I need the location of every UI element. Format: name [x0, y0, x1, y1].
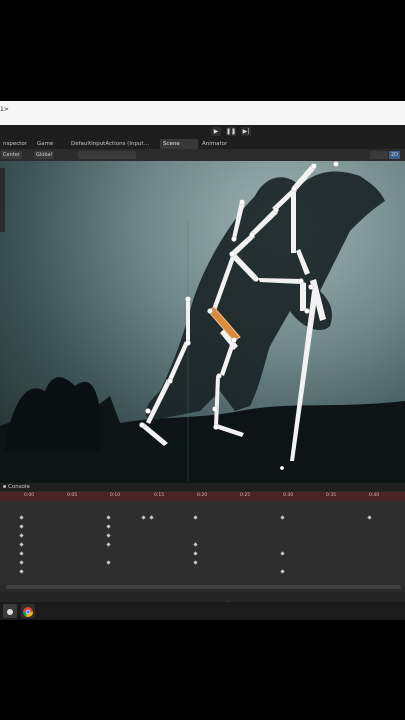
taskbar-strip: … — [0, 592, 405, 603]
ruler-tick: 0:00 — [24, 493, 35, 498]
bone — [291, 191, 296, 253]
chrome-app-icon[interactable] — [21, 604, 35, 618]
keyframe[interactable] — [193, 542, 198, 547]
ruler-tick: 0:25 — [240, 493, 251, 498]
keyframe[interactable] — [193, 515, 198, 520]
pivot-dropdown[interactable]: Center — [1, 151, 22, 159]
ruler-tick: 0:10 — [110, 493, 121, 498]
tab-scene[interactable]: Scene — [160, 139, 198, 149]
console-title[interactable]: Console — [8, 483, 30, 491]
tab-inspector[interactable]: nspector — [0, 139, 30, 149]
joint — [333, 161, 339, 167]
console-icon — [3, 485, 6, 488]
ruler-tick: 0:15 — [154, 493, 165, 498]
keyframe-area[interactable] — [0, 501, 405, 585]
bush-silhouette — [5, 377, 100, 451]
pause-button[interactable]: ❚❚ — [226, 127, 236, 136]
keyframe[interactable] — [106, 560, 111, 565]
scene-tool-palette[interactable] — [0, 168, 5, 232]
creature-shadow — [145, 171, 385, 421]
keyframe[interactable] — [19, 515, 24, 520]
ruler-tick: 0:35 — [326, 493, 337, 498]
unity-app-icon[interactable] — [3, 604, 17, 618]
step-button[interactable]: ▶| — [241, 127, 251, 136]
tab-game[interactable]: Game — [34, 139, 56, 149]
keyframe[interactable] — [19, 542, 24, 547]
keyframe[interactable] — [280, 569, 285, 574]
ruler-tick: 0:20 — [197, 493, 208, 498]
keyframe[interactable] — [193, 560, 198, 565]
2d-toggle[interactable]: 2D — [389, 151, 401, 159]
joint — [139, 422, 145, 428]
joint — [185, 340, 191, 346]
keyframe[interactable] — [149, 515, 154, 520]
increment-icon[interactable] — [116, 151, 136, 159]
keyframe[interactable] — [19, 524, 24, 529]
joint — [279, 465, 285, 471]
keyframe[interactable] — [367, 515, 372, 520]
joint — [231, 337, 237, 343]
joint — [308, 284, 314, 290]
draw-mode-icon[interactable] — [370, 151, 388, 159]
joint — [207, 308, 213, 314]
joint — [273, 207, 279, 213]
joint — [213, 424, 219, 430]
snap-icon[interactable] — [97, 151, 117, 159]
joint — [167, 378, 173, 384]
joint — [216, 373, 222, 379]
bone — [300, 281, 306, 311]
tab-default-input-actions[interactable]: DefaultInputActions (Input… — [68, 139, 152, 149]
tab-animator[interactable]: Animator — [199, 139, 230, 149]
editor-tab-bar: nspector Game DefaultInputActions (Input… — [0, 139, 405, 149]
keyframe[interactable] — [280, 551, 285, 556]
keyframe[interactable] — [106, 533, 111, 538]
joint — [298, 278, 304, 284]
ruler-tick: 0:30 — [283, 493, 294, 498]
keyframe[interactable] — [280, 515, 285, 520]
keyframe[interactable] — [19, 569, 24, 574]
keyframe[interactable] — [106, 524, 111, 529]
space-dropdown[interactable]: Global — [34, 151, 54, 159]
taskbar-text: … — [226, 598, 230, 603]
keyframe[interactable] — [19, 560, 24, 565]
ruler-tick: 0:05 — [67, 493, 78, 498]
joint — [304, 308, 310, 314]
keyframe[interactable] — [193, 551, 198, 556]
taskbar: … — [0, 592, 405, 620]
grid-icon[interactable] — [78, 151, 98, 159]
joint — [239, 199, 245, 205]
keyframe[interactable] — [141, 515, 146, 520]
timeline-ruler[interactable]: 0:00 0:05 0:10 0:15 0:20 0:25 0:30 0:35 … — [0, 492, 405, 501]
ruler-tick: 0:40 — [369, 493, 380, 498]
keyframe[interactable] — [106, 515, 111, 520]
keyframe[interactable] — [19, 551, 24, 556]
console-header: Console — [0, 483, 405, 491]
console-panel: Console 0:00 0:05 0:10 0:15 0:20 0:25 0:… — [0, 482, 405, 593]
joint — [253, 276, 259, 282]
address-text: 1> — [0, 106, 9, 113]
joint — [311, 163, 317, 169]
play-button[interactable]: ▶ — [211, 127, 221, 136]
joint — [185, 296, 191, 302]
scene-canvas — [0, 161, 405, 482]
keyframe[interactable] — [19, 533, 24, 538]
joint — [291, 186, 297, 192]
scene-view[interactable] — [0, 161, 405, 482]
joint — [231, 236, 237, 242]
joint — [212, 406, 218, 412]
joint — [229, 251, 235, 257]
bone — [186, 299, 190, 341]
joint — [249, 232, 255, 238]
browser-address-bar[interactable]: 1> — [0, 101, 405, 125]
keyframe[interactable] — [106, 542, 111, 547]
timeline-scrollbar[interactable] — [6, 585, 401, 589]
joint — [145, 408, 151, 414]
play-toolbar: ▶ ❚❚ ▶| — [0, 125, 405, 139]
